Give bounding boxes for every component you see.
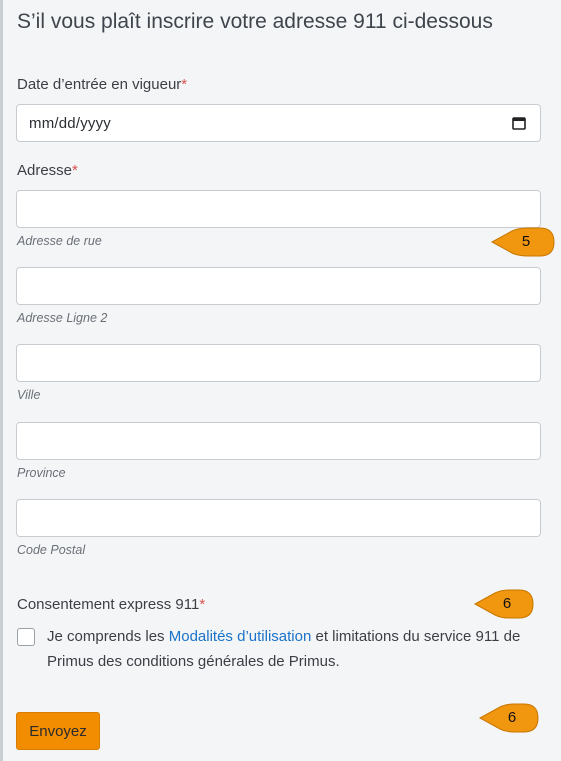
address-line-2-input[interactable] — [16, 267, 541, 305]
address-label: Adresse* — [17, 162, 78, 179]
terms-of-use-link[interactable]: Modalités d’utilisation — [169, 628, 312, 645]
province-help: Province — [17, 466, 66, 480]
left-border — [0, 0, 3, 761]
required-mark: * — [199, 596, 206, 613]
callout-5: 5 — [490, 227, 556, 257]
address-line-2-help: Adresse Ligne 2 — [17, 311, 108, 325]
callout-number: 5 — [521, 233, 531, 250]
consent-checkbox[interactable] — [17, 628, 35, 646]
city-help: Ville — [17, 388, 41, 402]
effective-date-label: Date d’entrée en vigueur* — [17, 76, 187, 93]
province-input[interactable] — [16, 422, 541, 460]
callout-number: 6 — [507, 709, 517, 726]
effective-date-input[interactable]: mm/dd/yyyy — [16, 104, 541, 142]
postal-code-help: Code Postal — [17, 543, 86, 557]
page-title: S’il vous plaît inscrire votre adresse 9… — [17, 10, 493, 33]
address-label-text: Adresse — [17, 162, 73, 179]
consent-text-before: Je comprends les — [47, 628, 169, 645]
consent-label-text: Consentement express 911 — [17, 596, 200, 613]
submit-button[interactable]: Envoyez — [16, 712, 100, 750]
consent-text: Je comprends les Modalités d’utilisation… — [47, 624, 537, 674]
date-placeholder: mm/dd/yyyy — [29, 114, 112, 132]
street-address-input[interactable] — [16, 190, 541, 228]
effective-date-label-text: Date d’entrée en vigueur — [17, 76, 182, 93]
required-mark: * — [181, 76, 188, 93]
callout-6-consent: 6 — [473, 589, 535, 619]
callout-number: 6 — [502, 595, 512, 612]
calendar-icon[interactable] — [512, 116, 526, 130]
callout-6-submit: 6 — [478, 703, 540, 733]
city-input[interactable] — [16, 344, 541, 382]
street-address-help: Adresse de rue — [17, 234, 102, 248]
required-mark: * — [72, 162, 78, 179]
postal-code-input[interactable] — [16, 499, 541, 537]
consent-label: Consentement express 911* — [17, 596, 205, 613]
